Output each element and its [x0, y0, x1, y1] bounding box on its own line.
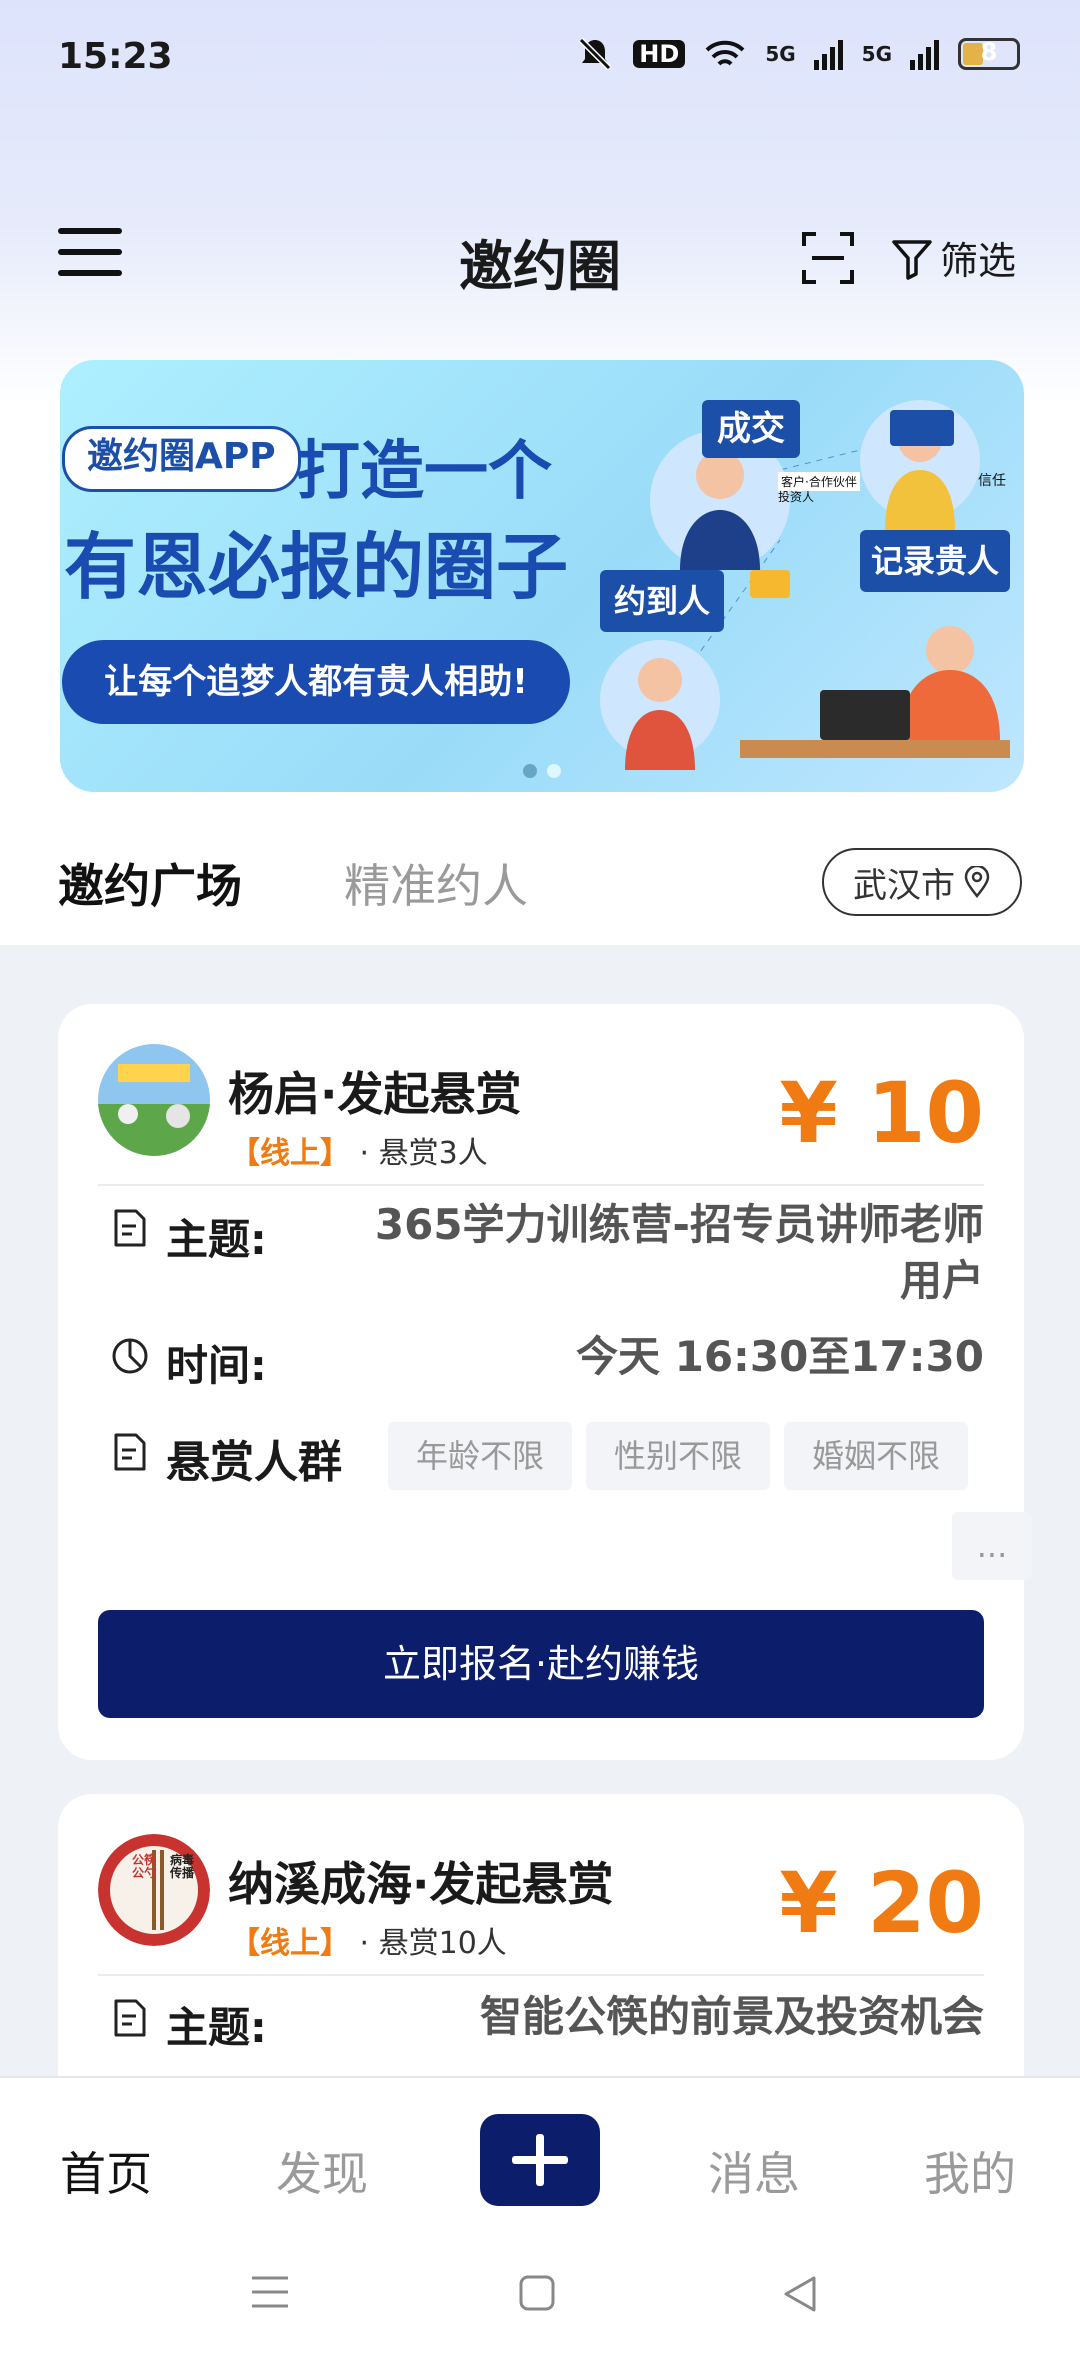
signal-bars-icon	[813, 40, 843, 70]
card-meta: 【线上】 · 悬赏3人	[230, 1128, 488, 1172]
bubble-meet: 约到人	[613, 582, 710, 620]
time-row: 时间: 今天 16:30至17:30	[110, 1330, 984, 1390]
banner-app-pill: 邀约圈APP	[62, 426, 301, 492]
banner-slogan: 让每个追梦人都有贵人相助!	[62, 640, 570, 724]
location-pin-icon	[964, 866, 990, 898]
bubble-deal: 成交	[717, 409, 785, 449]
carousel-indicator[interactable]	[60, 764, 1024, 778]
signal-5g-label-1: 5G	[765, 42, 796, 66]
status-bar: 15:23 HD 5G 5G 8	[0, 0, 1080, 120]
subject-label: 主题:	[166, 1215, 267, 1264]
banner-headline-2: 有恩必报的圈子	[64, 525, 569, 609]
tab-invite-square[interactable]: 邀约广场	[58, 850, 242, 916]
divider	[98, 1974, 984, 1976]
nav-profile[interactable]: 我的	[924, 2138, 1016, 2204]
avatar-text-left: 公筷公勺	[132, 1853, 157, 1880]
time-label: 时间:	[166, 1341, 267, 1390]
system-menu-icon[interactable]	[250, 2274, 290, 2310]
avatar-text-right: 病毒传播	[170, 1853, 195, 1880]
bottom-nav: 首页 发现 消息 我的	[0, 2076, 1080, 2378]
reward-card[interactable]: 杨启·发起悬赏 【线上】 · 悬赏3人 ¥ 10 主题: 365学力训练营-招专…	[58, 1004, 1032, 1760]
status-time: 15:23	[58, 36, 173, 77]
subject-label: 主题:	[166, 2003, 267, 2052]
poster-name: 杨启·发起悬赏	[228, 1067, 522, 1121]
nav-discover[interactable]: 发现	[276, 2138, 368, 2204]
banner-headline-1: 打造一个	[296, 435, 552, 509]
system-home-icon[interactable]	[518, 2274, 556, 2312]
time-value: 今天 16:30至17:30	[575, 1332, 984, 1381]
reward-amount: ¥ 10	[779, 1064, 984, 1162]
document-icon	[114, 1433, 146, 1471]
battery-level: 8	[980, 38, 998, 66]
document-icon	[114, 1999, 146, 2037]
filter-label: 筛选	[940, 239, 1017, 283]
scan-icon[interactable]	[800, 230, 856, 286]
subject-row: 主题: 智能公筷的前景及投资机会	[110, 1992, 984, 2052]
subject-line-2: 用户	[899, 1256, 984, 1305]
city-label: 武汉市	[853, 865, 955, 906]
small-label-trust: 信任	[978, 473, 1006, 489]
bubble-record: 记录贵人	[870, 542, 999, 580]
avatar[interactable]	[98, 1044, 210, 1156]
city-selector[interactable]: 武汉市	[822, 848, 1022, 916]
chip-age: 年龄不限	[388, 1422, 572, 1490]
crowd-label: 悬赏人群	[166, 1437, 342, 1488]
crowd-row: 悬赏人群 年龄不限 性别不限 婚姻不限 ...	[110, 1422, 1032, 1582]
chip-marriage: 婚姻不限	[784, 1422, 968, 1490]
reward-amount: ¥ 20	[779, 1854, 984, 1952]
divider	[98, 1184, 984, 1186]
small-label-investors: 投资人	[778, 490, 815, 504]
poster-name: 纳溪成海·发起悬赏	[228, 1857, 614, 1911]
top-header: 邀约圈 筛选	[0, 200, 1080, 320]
clock-icon	[112, 1338, 148, 1374]
avatar[interactable]	[98, 1834, 210, 1946]
nav-home[interactable]: 首页	[60, 2138, 152, 2204]
nav-messages[interactable]: 消息	[708, 2138, 800, 2204]
signal-bars-icon	[910, 40, 939, 70]
reward-count: · 悬赏10人	[359, 1926, 507, 1961]
status-icons: HD 5G 5G 8	[575, 34, 1020, 74]
chip-gender: 性别不限	[586, 1422, 770, 1490]
battery-icon: 8	[958, 38, 1020, 70]
promo-banner[interactable]: 邀约圈APP 打造一个 有恩必报的圈子 让每个追梦人都有贵人相助! 成交 记录贵…	[60, 360, 1024, 792]
filter-button[interactable]: 筛选	[890, 230, 1016, 285]
document-icon	[114, 1209, 146, 1247]
filter-icon	[892, 239, 932, 280]
subject-value: 智能公筷的前景及投资机会	[479, 1992, 984, 2041]
reward-count: · 悬赏3人	[359, 1136, 488, 1171]
tabs-row: 邀约广场 精准约人 武汉市	[0, 800, 1080, 945]
subject-row: 主题: 365学力训练营-招专员讲师老师 用户	[110, 1200, 984, 1312]
add-button[interactable]	[480, 2114, 600, 2206]
signal-5g-label-2: 5G	[861, 42, 892, 66]
chip-more[interactable]: ...	[952, 1512, 1032, 1580]
online-tag: 【线上】	[230, 1926, 350, 1961]
signup-button[interactable]: 立即报名·赴约赚钱	[98, 1610, 984, 1718]
bell-muted-icon	[579, 37, 612, 71]
system-back-icon[interactable]	[780, 2274, 820, 2314]
hd-label: HD	[633, 40, 686, 68]
online-tag: 【线上】	[230, 1136, 350, 1171]
tab-precise-invite[interactable]: 精准约人	[344, 850, 528, 916]
card-meta: 【线上】 · 悬赏10人	[230, 1918, 507, 1962]
subject-line-1: 365学力训练营-招专员讲师老师	[374, 1200, 984, 1249]
wifi-icon	[705, 40, 745, 66]
